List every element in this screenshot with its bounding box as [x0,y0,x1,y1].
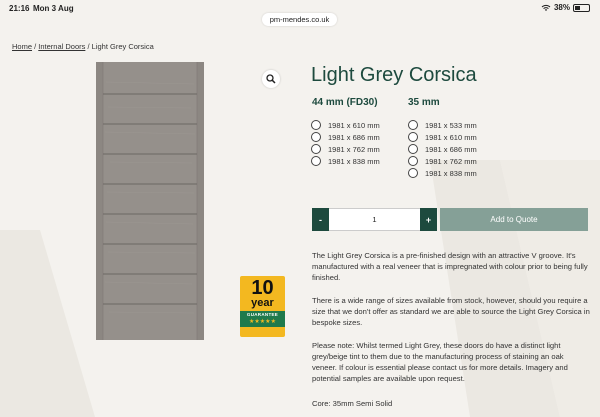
breadcrumb-current: Light Grey Corsica [91,42,154,51]
radio-button[interactable] [311,120,321,130]
description-paragraph: There is a wide range of sizes available… [312,296,590,327]
url-bar[interactable]: pm-mendes.co.uk [262,13,337,26]
size-heading-44mm: 44 mm (FD30) [312,97,378,108]
breadcrumb-category-link[interactable]: Internal Doors [38,42,85,51]
radio-button[interactable] [408,120,418,130]
radio-button[interactable] [408,168,418,178]
size-label: 1981 x 533 mm [425,120,477,130]
radio-button[interactable] [408,132,418,142]
size-list-35mm: 1981 x 533 mm 1981 x 610 mm 1981 x 686 m… [408,119,477,179]
radio-button[interactable] [311,156,321,166]
badge-number: 10 [251,277,274,299]
product-title: Light Grey Corsica [311,64,477,86]
size-label: 1981 x 838 mm [425,168,477,178]
breadcrumb-home-link[interactable]: Home [12,42,32,51]
zoom-button[interactable] [262,70,280,88]
guarantee-badge: 10 year GUARANTEE ★★★★★ [240,276,285,337]
radio-button[interactable] [408,144,418,154]
size-option[interactable]: 1981 x 838 mm [408,167,477,179]
breadcrumb: Home / Internal Doors / Light Grey Corsi… [12,42,154,51]
size-option[interactable]: 1981 x 686 mm [311,131,380,143]
magnifier-icon [266,74,276,84]
radio-button[interactable] [311,144,321,154]
status-time: 21:16 [9,4,30,13]
size-label: 1981 x 610 mm [328,120,380,130]
size-label: 1981 x 762 mm [328,144,380,154]
quantity-stepper: - 1 + [312,208,437,231]
increase-quantity-button[interactable]: + [420,208,437,231]
decrease-quantity-button[interactable]: - [312,208,329,231]
battery-percent: 38% [553,3,570,12]
size-label: 1981 x 686 mm [425,144,477,154]
add-to-quote-button[interactable]: Add to Quote [440,208,588,231]
status-date: Mon 3 Aug [33,4,74,13]
wifi-icon [541,4,551,11]
size-option[interactable]: 1981 x 762 mm [311,143,380,155]
size-option[interactable]: 1981 x 762 mm [408,155,477,167]
description-paragraph: Core: 35mm Semi Solid [312,399,393,408]
size-option[interactable]: 1981 x 533 mm [408,119,477,131]
radio-button[interactable] [408,156,418,166]
status-right: 38% [541,3,590,12]
size-option[interactable]: 1981 x 610 mm [311,119,380,131]
badge-year: year [251,297,274,309]
size-option[interactable]: 1981 x 838 mm [311,155,380,167]
battery-icon [573,3,590,12]
size-list-44mm: 1981 x 610 mm 1981 x 686 mm 1981 x 762 m… [311,119,380,167]
size-option[interactable]: 1981 x 610 mm [408,131,477,143]
size-label: 1981 x 762 mm [425,156,477,166]
size-heading-35mm: 35 mm [408,97,440,108]
size-label: 1981 x 838 mm [328,156,380,166]
badge-label: GUARANTEE [240,311,285,318]
door-texture [96,62,204,340]
radio-button[interactable] [311,132,321,142]
size-label: 1981 x 686 mm [328,132,380,142]
description-paragraph: Please note: Whilst termed Light Grey, t… [312,341,568,383]
size-option[interactable]: 1981 x 686 mm [408,143,477,155]
description-paragraph: The Light Grey Corsica is a pre-finished… [312,251,588,282]
door-image[interactable] [96,62,204,340]
badge-stars: ★★★★★ [240,318,285,327]
quantity-input[interactable]: 1 [329,208,420,231]
size-label: 1981 x 610 mm [425,132,477,142]
